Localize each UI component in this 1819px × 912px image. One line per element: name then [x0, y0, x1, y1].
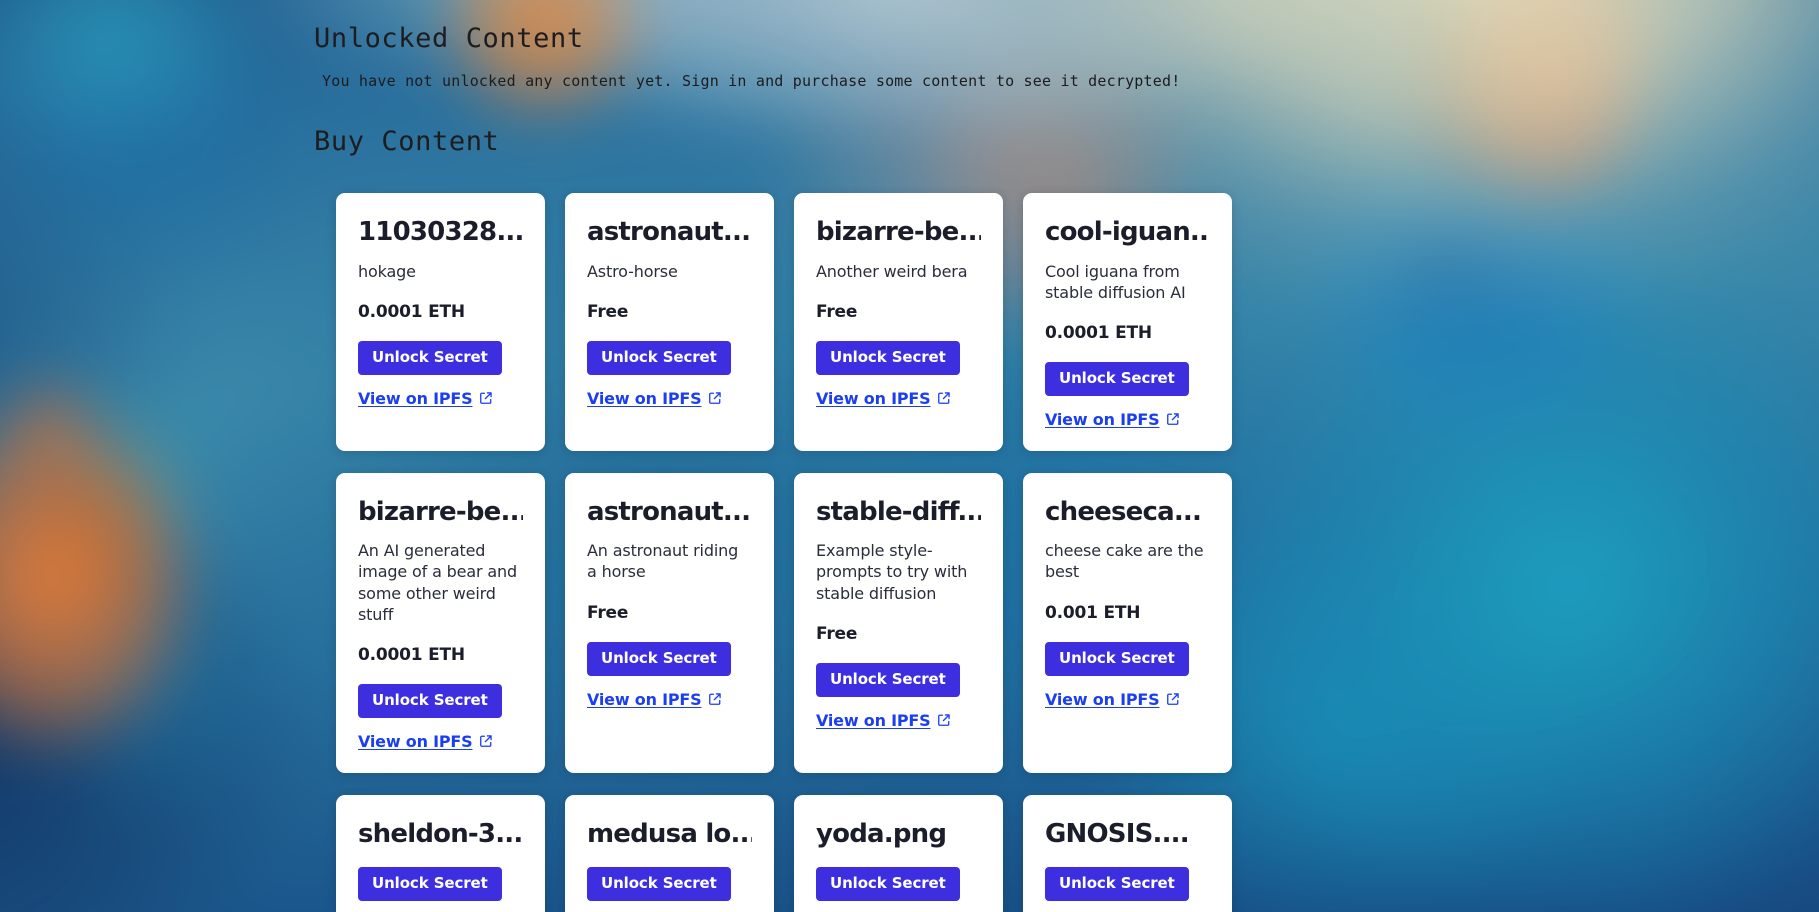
card-description: Astro-horse [587, 261, 678, 281]
unlock-secret-button[interactable]: Unlock Secret [816, 662, 960, 697]
card-title: medusa lo... [587, 820, 752, 849]
view-on-ipfs-link[interactable]: View on IPFS [358, 389, 493, 408]
card-title: astronaut... [587, 498, 751, 527]
card-price: 0.0001 ETH [1045, 322, 1152, 343]
content-card: 11030328.... hokage 0.0001 ETH Unlock Secre… [336, 193, 545, 451]
external-link-icon [937, 391, 951, 405]
card-title: cheeseca... [1045, 498, 1202, 527]
unlock-secret-button[interactable]: Unlock Secret [358, 683, 502, 718]
view-on-ipfs-label: View on IPFS [1045, 689, 1160, 709]
view-on-ipfs-link[interactable]: View on IPFS [816, 389, 951, 408]
card-price: 0.0001 ETH [358, 644, 465, 665]
view-on-ipfs-link[interactable]: View on IPFS [358, 732, 493, 751]
content-card: medusa lo...Unlock SecretView on IPFS [565, 794, 774, 912]
card-description: Another weird bera [816, 261, 968, 281]
external-link-icon [708, 692, 722, 706]
content-card: bizarre-be... An AI generated image of a … [336, 472, 545, 773]
unlock-secret-button[interactable]: Unlock Secret [358, 340, 502, 375]
buy-content-heading: Buy Content [314, 126, 500, 157]
view-on-ipfs-label: View on IPFS [358, 388, 473, 408]
page-root: Unlocked Content You have not unlocked a… [0, 0, 1819, 912]
external-link-icon [1166, 412, 1180, 426]
external-link-icon [1166, 692, 1180, 706]
unlock-secret-button[interactable]: Unlock Secret [1045, 641, 1189, 676]
card-description: An AI generated image of a bear and some… [358, 541, 518, 624]
external-link-icon [708, 391, 722, 405]
card-title: 11030328.... [358, 219, 523, 247]
card-description: An astronaut riding a horse [587, 541, 739, 582]
unlock-secret-button[interactable]: Unlock Secret [587, 340, 731, 375]
card-price: Free [587, 602, 629, 623]
content-card: astronaut... Astro-horse Free Unlock Secret… [565, 193, 774, 451]
card-title: bizarre-be... [816, 219, 981, 247]
external-link-icon [937, 713, 951, 727]
external-link-icon [479, 391, 493, 405]
unlocked-content-heading: Unlocked Content [314, 23, 584, 54]
content-card: GNOSIS....Unlock SecretView on IPFS [1023, 794, 1232, 912]
view-on-ipfs-link[interactable]: View on IPFS [816, 711, 951, 730]
card-title: astronaut... [587, 219, 751, 247]
card-description: Cool iguana from stable diffusion AI [1045, 261, 1186, 302]
content-card: cheeseca... cheese cake are the best 0.001… [1023, 472, 1232, 773]
card-title: bizarre-be... [358, 498, 523, 527]
card-title: stable-diff... [816, 498, 981, 527]
card-description: hokage [358, 261, 416, 281]
unlock-secret-button[interactable]: Unlock Secret [1045, 361, 1189, 396]
content-card: yoda.pngUnlock SecretView on IPFS [794, 794, 1003, 912]
view-on-ipfs-link[interactable]: View on IPFS [1045, 690, 1180, 709]
unlock-secret-button[interactable]: Unlock Secret [816, 340, 960, 375]
unlocked-empty-message: You have not unlocked any content yet. S… [322, 72, 1181, 90]
card-description: Example style-prompts to try with stable… [816, 541, 968, 603]
content-card-grid: 11030328.... hokage 0.0001 ETH Unlock Secre… [336, 193, 1236, 912]
view-on-ipfs-label: View on IPFS [1045, 409, 1160, 429]
card-title: GNOSIS.... [1045, 820, 1189, 849]
card-price: 0.0001 ETH [358, 301, 465, 322]
content-card: stable-diff... Example style-prompts to t… [794, 472, 1003, 773]
card-title: yoda.png [816, 820, 947, 849]
content-card: cool-iguan... Cool iguana from stable dif… [1023, 193, 1232, 451]
view-on-ipfs-link[interactable]: View on IPFS [1045, 410, 1180, 429]
card-price: Free [816, 301, 858, 322]
unlock-secret-button[interactable]: Unlock Secret [816, 867, 960, 902]
card-title: cool-iguan... [1045, 219, 1210, 247]
unlock-secret-button[interactable]: Unlock Secret [587, 641, 731, 676]
view-on-ipfs-label: View on IPFS [587, 388, 702, 408]
view-on-ipfs-label: View on IPFS [816, 710, 931, 730]
unlock-secret-button[interactable]: Unlock Secret [587, 867, 731, 902]
view-on-ipfs-label: View on IPFS [816, 388, 931, 408]
unlock-secret-button[interactable]: Unlock Secret [1045, 867, 1189, 902]
external-link-icon [479, 734, 493, 748]
card-description: cheese cake are the best [1045, 541, 1204, 582]
view-on-ipfs-label: View on IPFS [587, 689, 702, 709]
content-card: sheldon-3...Unlock SecretView on IPFS [336, 794, 545, 912]
content-card: bizarre-be... Another weird bera Free Unloc… [794, 193, 1003, 451]
view-on-ipfs-link[interactable]: View on IPFS [587, 389, 722, 408]
view-on-ipfs-label: View on IPFS [358, 731, 473, 751]
card-title: sheldon-3... [358, 820, 523, 849]
unlock-secret-button[interactable]: Unlock Secret [358, 867, 502, 902]
card-price: Free [587, 301, 629, 322]
view-on-ipfs-link[interactable]: View on IPFS [587, 690, 722, 709]
card-price: 0.001 ETH [1045, 602, 1141, 623]
content-card: astronaut... An astronaut riding a horse F… [565, 472, 774, 773]
card-price: Free [816, 623, 858, 644]
